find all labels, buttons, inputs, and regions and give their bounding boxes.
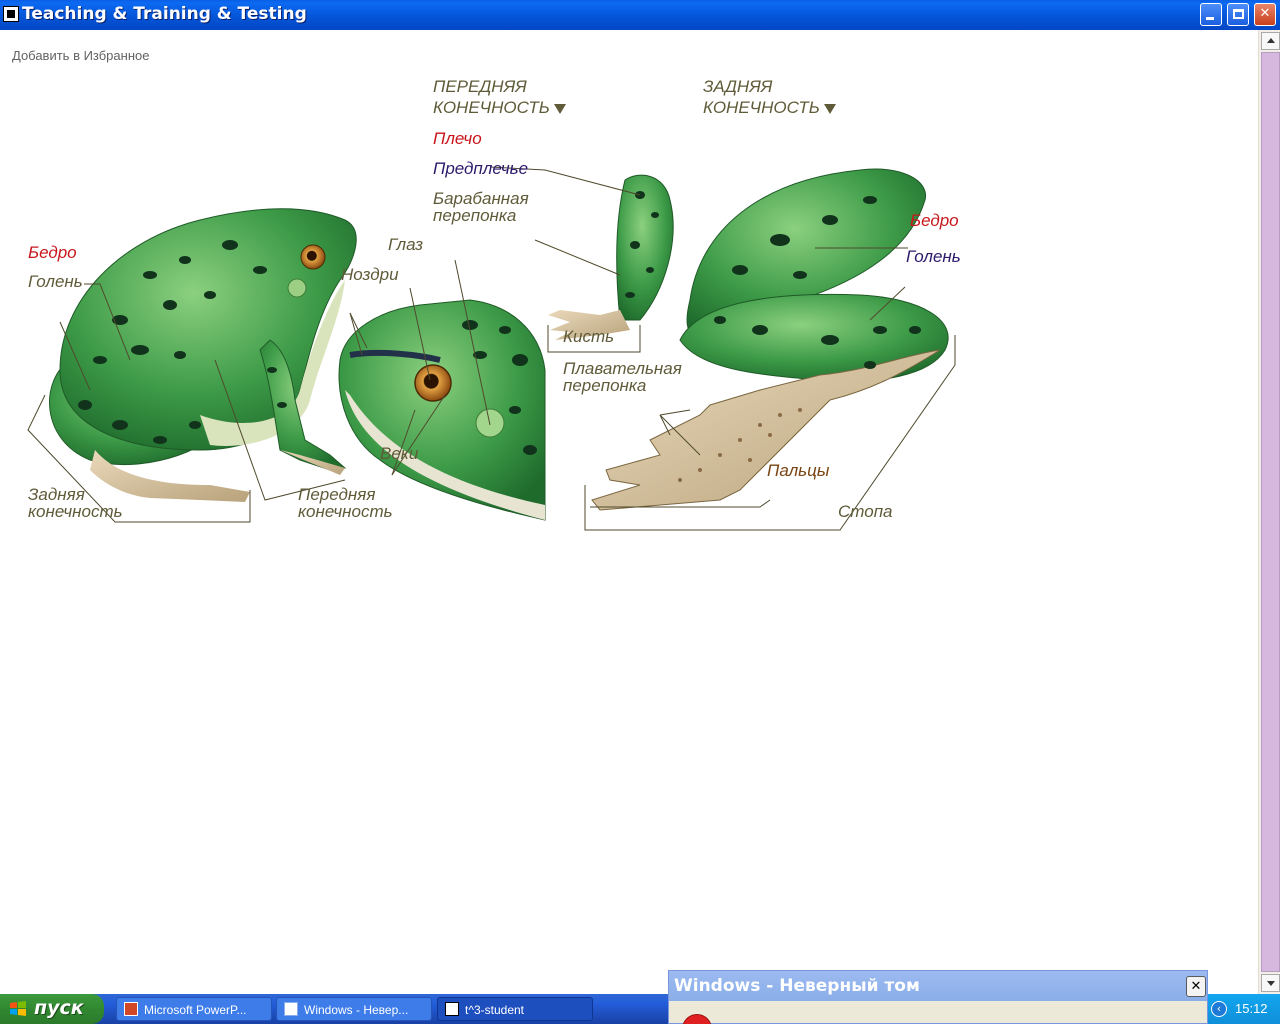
front-limb xyxy=(548,174,674,340)
clock[interactable]: 15:12 xyxy=(1235,1001,1268,1016)
error-icon xyxy=(682,1014,712,1024)
label-golen-right: Голень xyxy=(906,247,961,266)
taskbar-item-powerpoint[interactable]: Microsoft PowerP... xyxy=(116,997,272,1021)
dialog-title-bar[interactable]: Windows - Неверный том ✕ xyxy=(669,971,1207,1001)
label-barabannaya-pereponka: Барабанная перепонка xyxy=(433,190,529,224)
triangle-down-icon xyxy=(553,103,566,114)
app-icon xyxy=(3,6,19,22)
dialog-close-button[interactable]: ✕ xyxy=(1186,976,1206,997)
start-label: пуск xyxy=(34,997,84,1019)
whole-frog xyxy=(49,208,357,502)
window-title: Teaching & Training & Testing xyxy=(22,4,307,24)
label-zadnyaya-konechnost: Задняя конечность xyxy=(28,486,123,520)
label-perednyaya-line2: конечность xyxy=(298,502,393,521)
label-kist: Кисть xyxy=(563,327,615,346)
window-icon xyxy=(284,1002,298,1016)
vertical-scrollbar[interactable] xyxy=(1258,30,1280,994)
heading-front-line2-text: КОНЕЧНОСТЬ xyxy=(433,98,550,117)
label-zadnyaya-line2: конечность xyxy=(28,502,123,521)
label-veki: Веки xyxy=(380,444,419,463)
frog-anatomy-figure: ПЕРЕДНЯЯ КОНЕЧНОСТЬ ЗАДНЯЯ КОНЕЧНОСТЬ Бе… xyxy=(0,30,1000,550)
heading-front-line1: ПЕРЕДНЯЯ xyxy=(433,77,527,96)
minimize-icon xyxy=(1206,17,1214,20)
label-perednyaya-line1: Передняя xyxy=(298,485,376,504)
dialog-title: Windows - Неверный том xyxy=(674,976,920,996)
system-tray: ‹ 15:12 xyxy=(1207,994,1280,1024)
label-plecho: Плечо xyxy=(433,129,482,148)
label-golen-left: Голень xyxy=(28,272,83,291)
tray-expand-icon[interactable]: ‹ xyxy=(1211,1001,1227,1017)
label-predplechye: Предплечье xyxy=(433,159,529,178)
taskbar-item-label: Windows - Невер... xyxy=(304,1003,409,1017)
scroll-up-button[interactable] xyxy=(1261,32,1280,50)
scroll-thumb[interactable] xyxy=(1261,52,1280,972)
label-paltsy: Пальцы xyxy=(767,461,830,480)
close-button[interactable]: ✕ xyxy=(1254,3,1276,26)
title-bar[interactable]: Teaching & Training & Testing ✕ xyxy=(0,0,1280,30)
label-zadnyaya-line1: Задняя xyxy=(28,485,85,504)
scroll-down-button[interactable] xyxy=(1261,974,1280,992)
label-nozdri: Ноздри xyxy=(341,265,399,284)
label-plavatelnaya-line2: перепонка xyxy=(563,376,647,395)
taskbar-item-t3-student[interactable]: t^3-student xyxy=(437,997,593,1021)
content-area: Добавить в Избранное ПЕРЕДНЯЯ КОНЕЧНОСТЬ… xyxy=(0,30,1258,994)
taskbar-item-label: t^3-student xyxy=(465,1003,524,1017)
heading-hind-limb: ЗАДНЯЯ КОНЕЧНОСТЬ xyxy=(703,76,836,118)
app-icon xyxy=(445,1002,459,1016)
label-plavatelnaya-line1: Плавательная xyxy=(563,359,682,378)
app-root: Teaching & Training & Testing ✕ Добавить… xyxy=(0,0,1280,1024)
label-plavatelnaya-pereponka: Плавательная перепонка xyxy=(563,360,682,394)
heading-hind-line2: КОНЕЧНОСТЬ xyxy=(703,97,836,118)
label-glaz: Глаз xyxy=(388,235,424,254)
triangle-down-icon xyxy=(823,103,836,114)
maximize-icon xyxy=(1233,9,1244,19)
label-barabannaya-line1: Барабанная xyxy=(433,189,529,208)
taskbar-item-label: Microsoft PowerP... xyxy=(144,1003,247,1017)
label-stopa: Стопа xyxy=(838,502,893,521)
label-bedro-left: Бедро xyxy=(28,243,77,262)
label-bedro-right: Бедро xyxy=(910,211,959,230)
error-dialog: Windows - Неверный том ✕ xyxy=(668,970,1208,1024)
windows-logo-icon xyxy=(10,1001,26,1016)
label-barabannaya-line2: перепонка xyxy=(433,206,517,225)
start-button[interactable]: пуск xyxy=(0,994,104,1024)
heading-front-limb: ПЕРЕДНЯЯ КОНЕЧНОСТЬ xyxy=(433,76,566,118)
powerpoint-icon xyxy=(124,1002,138,1016)
maximize-button[interactable] xyxy=(1227,3,1249,26)
minimize-button[interactable] xyxy=(1200,3,1222,26)
heading-hind-line2-text: КОНЕЧНОСТЬ xyxy=(703,98,820,117)
label-perednyaya-konechnost: Передняя конечность xyxy=(298,486,393,520)
taskbar-item-windows-error[interactable]: Windows - Невер... xyxy=(276,997,432,1021)
heading-front-line2: КОНЕЧНОСТЬ xyxy=(433,97,566,118)
heading-hind-line1: ЗАДНЯЯ xyxy=(703,77,773,96)
